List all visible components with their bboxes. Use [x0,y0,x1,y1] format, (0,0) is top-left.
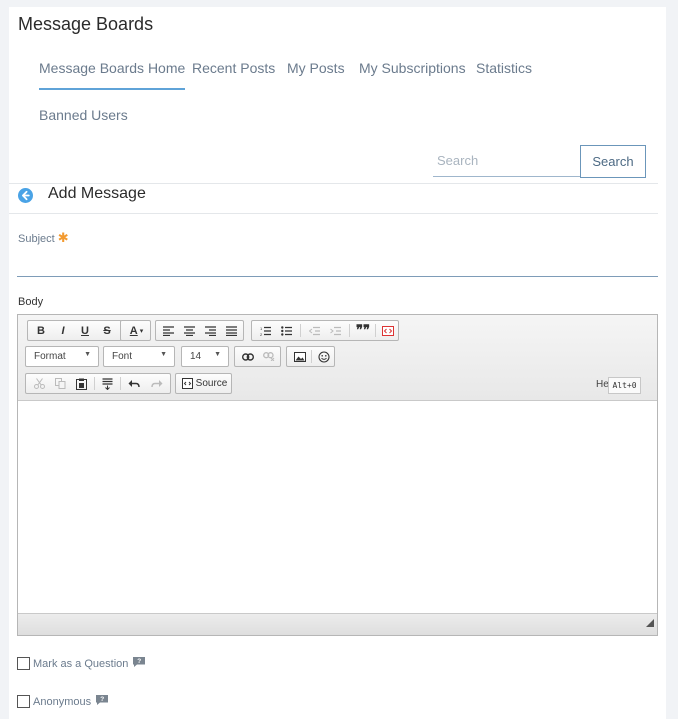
undo-icon[interactable] [124,374,144,393]
body-label: Body [18,296,44,308]
align-right-icon[interactable] [200,321,221,340]
source-group: Source [175,373,232,394]
font-size-dropdown[interactable]: 14 ▼ [181,346,229,367]
help-icon[interactable]: ? [132,656,146,671]
justify-icon[interactable] [221,321,242,340]
font-label: Font [112,351,133,362]
svg-text:?: ? [100,696,104,703]
list-group: 12 ❞❞ [251,320,399,341]
paste-icon[interactable] [71,374,91,393]
editor-content-area[interactable] [18,401,657,613]
resize-handle-icon[interactable] [646,614,654,632]
image-icon[interactable] [289,347,310,366]
source-button[interactable]: Source [179,374,230,393]
font-dropdown[interactable]: Font ▼ [103,346,175,367]
redo-icon[interactable] [147,374,167,393]
page-title: Add Message [48,185,146,202]
editor-toolbar: B I U S A ▾ 1 2 ❞❞ Format ▼ Font ▼ 14 ▼ … [18,315,657,401]
cut-icon[interactable] [29,374,49,393]
align-left-icon[interactable] [158,321,179,340]
tab-message-boards-home[interactable]: Message Boards Home [39,60,186,90]
tab-banned-users[interactable]: Banned Users [39,107,128,123]
copy-icon[interactable] [50,374,70,393]
blockquote-icon[interactable]: ❞❞ [353,321,373,340]
question-option: Mark as a Question ? [17,656,146,671]
separator [300,324,301,337]
numbered-list-icon[interactable]: 12 [255,321,275,340]
basic-style-group: B I U S [27,320,122,341]
source-icon [181,378,193,389]
separator [94,377,95,390]
clipboard-group [25,373,171,394]
paste-from-word-icon[interactable] [97,374,117,393]
link-icon[interactable] [237,347,258,366]
link-group [234,346,281,367]
tab-recent-posts[interactable]: Recent Posts [192,60,275,76]
svg-text:2: 2 [260,332,263,336]
tab-my-subscriptions[interactable]: My Subscriptions [359,60,466,76]
insert-group [286,346,335,367]
alignment-group [155,320,244,341]
question-checkbox[interactable] [17,657,30,670]
divider [9,213,658,214]
svg-text:?: ? [138,658,142,665]
chevron-down-icon: ▼ [84,351,91,358]
text-color-group: A ▾ [120,320,151,341]
help-shortcut: Alt+0 [608,377,641,394]
source-label: Source [195,378,228,389]
subject-label-text: Subject [18,233,55,245]
rich-text-editor: B I U S A ▾ 1 2 ❞❞ Format ▼ Font ▼ 14 ▼ … [17,314,658,636]
anonymous-option: Anonymous ? [17,694,109,709]
text-color-button[interactable]: A ▾ [121,321,152,340]
separator [375,324,376,337]
chevron-down-icon: ▾ [139,327,144,335]
bulleted-list-icon[interactable] [276,321,296,340]
underline-button[interactable]: U [74,321,96,340]
text-color-icon: A [129,324,138,337]
search-button[interactable]: Search [580,145,646,178]
svg-text:1: 1 [260,326,263,331]
chevron-down-icon: ▼ [160,351,167,358]
create-div-icon[interactable] [379,321,397,340]
strikethrough-button[interactable]: S [96,321,118,340]
tab-statistics[interactable]: Statistics [476,60,532,76]
back-arrow-icon[interactable] [18,188,33,203]
italic-button[interactable]: I [52,321,74,340]
format-dropdown[interactable]: Format ▼ [25,346,99,367]
increase-indent-icon[interactable] [325,321,345,340]
unlink-icon[interactable] [258,347,279,366]
emoji-icon[interactable] [313,347,334,366]
align-center-icon[interactable] [179,321,200,340]
decrease-indent-icon[interactable] [304,321,324,340]
bold-button[interactable]: B [30,321,52,340]
subject-label: Subject ✱ [18,230,69,246]
tab-my-posts[interactable]: My Posts [287,60,345,76]
required-icon: ✱ [57,230,69,245]
divider [9,183,658,184]
separator [311,350,312,363]
chevron-down-icon: ▼ [214,351,221,358]
separator [349,324,350,337]
anonymous-checkbox[interactable] [17,695,30,708]
help-icon[interactable]: ? [95,694,109,709]
format-label: Format [34,351,66,362]
question-label: Mark as a Question [33,657,129,670]
editor-status-bar [18,613,657,635]
subject-input[interactable] [17,246,658,277]
portlet-title: Message Boards [18,14,154,34]
search-input[interactable] [433,145,581,177]
separator [120,377,121,390]
font-size-value: 14 [190,351,202,362]
anonymous-label: Anonymous [33,695,92,708]
